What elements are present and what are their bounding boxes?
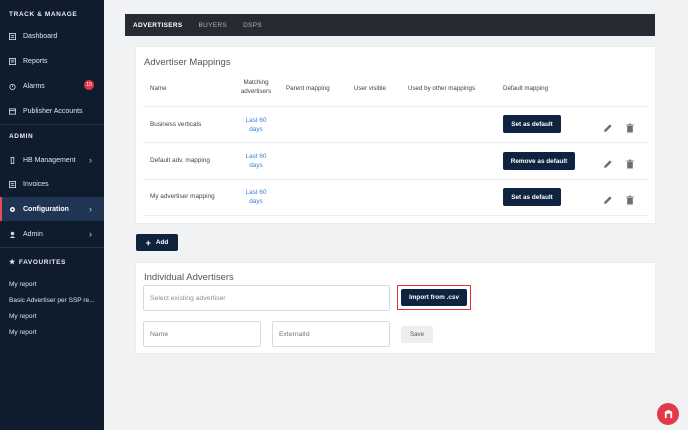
mapping-name: Default adv. mapping bbox=[150, 157, 210, 164]
card-title: Individual Advertisers bbox=[144, 272, 234, 283]
matching-advertisers-link[interactable]: Last 60 days bbox=[241, 116, 271, 134]
mapping-name: My advertiser mapping bbox=[150, 193, 215, 200]
sidebar-item-label: Reports bbox=[23, 57, 48, 65]
edit-icon[interactable] bbox=[603, 120, 613, 132]
sidebar-item-hb-management[interactable]: HB Management › bbox=[0, 148, 104, 172]
column-header-default: Default mapping bbox=[503, 85, 549, 92]
sidebar-item-label: HB Management bbox=[23, 156, 76, 164]
sidebar-item-alarms[interactable]: Alarms 10 bbox=[0, 74, 104, 98]
publisher-icon bbox=[9, 107, 16, 115]
edit-icon[interactable] bbox=[603, 192, 613, 204]
delete-icon[interactable] bbox=[625, 120, 635, 133]
tab-bar: ADVERTISERS BUYERS DSPS bbox=[125, 14, 655, 36]
column-header-parent: Parent mapping bbox=[286, 85, 330, 92]
remove-default-button[interactable]: Remove as default bbox=[503, 152, 575, 170]
tab-advertisers[interactable]: ADVERTISERS bbox=[133, 22, 183, 29]
reports-icon bbox=[9, 57, 16, 65]
gear-icon bbox=[9, 206, 16, 213]
alarm-icon bbox=[9, 83, 16, 90]
sidebar-item-configuration[interactable]: Configuration › bbox=[0, 197, 104, 221]
tab-buyers[interactable]: BUYERS bbox=[199, 22, 228, 29]
set-default-button[interactable]: Set as default bbox=[503, 115, 561, 133]
sidebar-divider bbox=[0, 124, 104, 125]
sidebar-item-label: Dashboard bbox=[23, 32, 58, 40]
select-advertiser-dropdown[interactable]: Select existing advertiser bbox=[143, 285, 390, 311]
add-mapping-button[interactable]: + Add bbox=[136, 234, 178, 251]
section-title-favourites: ★ FAVOURITES bbox=[0, 258, 66, 266]
sidebar-item-label: Invoices bbox=[23, 180, 49, 188]
sidebar: TRACK & MANAGE Dashboard Reports Alarms … bbox=[0, 0, 104, 430]
card-title: Advertiser Mappings bbox=[144, 57, 231, 68]
plus-icon: + bbox=[145, 237, 151, 248]
chevron-right-icon: › bbox=[89, 155, 92, 165]
admin-icon bbox=[9, 231, 16, 238]
column-header-name: Name bbox=[150, 85, 167, 92]
sidebar-item-label: Publisher Accounts bbox=[23, 107, 83, 115]
row-divider bbox=[143, 142, 648, 143]
sidebar-item-invoices[interactable]: Invoices bbox=[0, 172, 104, 196]
help-logo-icon bbox=[664, 409, 672, 418]
sidebar-item-admin[interactable]: Admin › bbox=[0, 222, 104, 246]
alarm-count-badge: 10 bbox=[84, 80, 94, 90]
section-title-track: TRACK & MANAGE bbox=[9, 11, 78, 18]
delete-icon[interactable] bbox=[625, 192, 635, 205]
help-button[interactable] bbox=[657, 403, 679, 425]
star-icon: ★ bbox=[9, 259, 16, 266]
hb-icon bbox=[9, 156, 16, 164]
delete-icon[interactable] bbox=[625, 156, 635, 169]
mapping-name: Business verticals bbox=[150, 121, 202, 128]
matching-advertisers-link[interactable]: Last 60 days bbox=[241, 188, 271, 206]
sidebar-divider bbox=[0, 247, 104, 248]
column-header-used-by: Used by other mappings bbox=[408, 85, 476, 92]
section-title-admin: ADMIN bbox=[9, 133, 34, 140]
row-divider bbox=[143, 215, 648, 216]
favourite-report[interactable]: My report bbox=[9, 281, 36, 288]
save-button[interactable]: Save bbox=[401, 326, 433, 343]
sidebar-item-label: Admin bbox=[23, 230, 43, 238]
set-default-button[interactable]: Set as default bbox=[503, 188, 561, 206]
sidebar-item-publisher-accounts[interactable]: Publisher Accounts bbox=[0, 99, 104, 123]
row-divider bbox=[143, 106, 648, 107]
name-field[interactable] bbox=[143, 321, 261, 347]
favourite-report[interactable]: My report bbox=[9, 329, 36, 336]
add-label: Add bbox=[155, 239, 169, 246]
import-csv-button[interactable]: Import from .csv bbox=[401, 289, 467, 306]
sidebar-item-dashboard[interactable]: Dashboard bbox=[0, 24, 104, 48]
dashboard-icon bbox=[9, 32, 16, 40]
tab-dsps[interactable]: DSPS bbox=[243, 22, 262, 29]
sidebar-item-reports[interactable]: Reports bbox=[0, 49, 104, 73]
column-header-user-visible: User visible bbox=[354, 85, 386, 92]
chevron-right-icon: › bbox=[89, 229, 92, 239]
favourite-report[interactable]: Basic Advertiser per SSP re... bbox=[9, 297, 95, 304]
sidebar-item-label: Configuration bbox=[23, 205, 69, 213]
chevron-right-icon: › bbox=[89, 204, 92, 214]
favourite-report[interactable]: My report bbox=[9, 313, 36, 320]
matching-advertisers-link[interactable]: Last 60 days bbox=[241, 152, 271, 170]
edit-icon[interactable] bbox=[603, 156, 613, 168]
row-divider bbox=[143, 179, 648, 180]
favourites-label: FAVOURITES bbox=[18, 259, 66, 266]
sidebar-item-label: Alarms bbox=[23, 82, 45, 90]
column-header-matching: Matching advertisers bbox=[240, 79, 272, 95]
invoice-icon bbox=[9, 180, 16, 188]
external-id-field[interactable] bbox=[272, 321, 390, 347]
